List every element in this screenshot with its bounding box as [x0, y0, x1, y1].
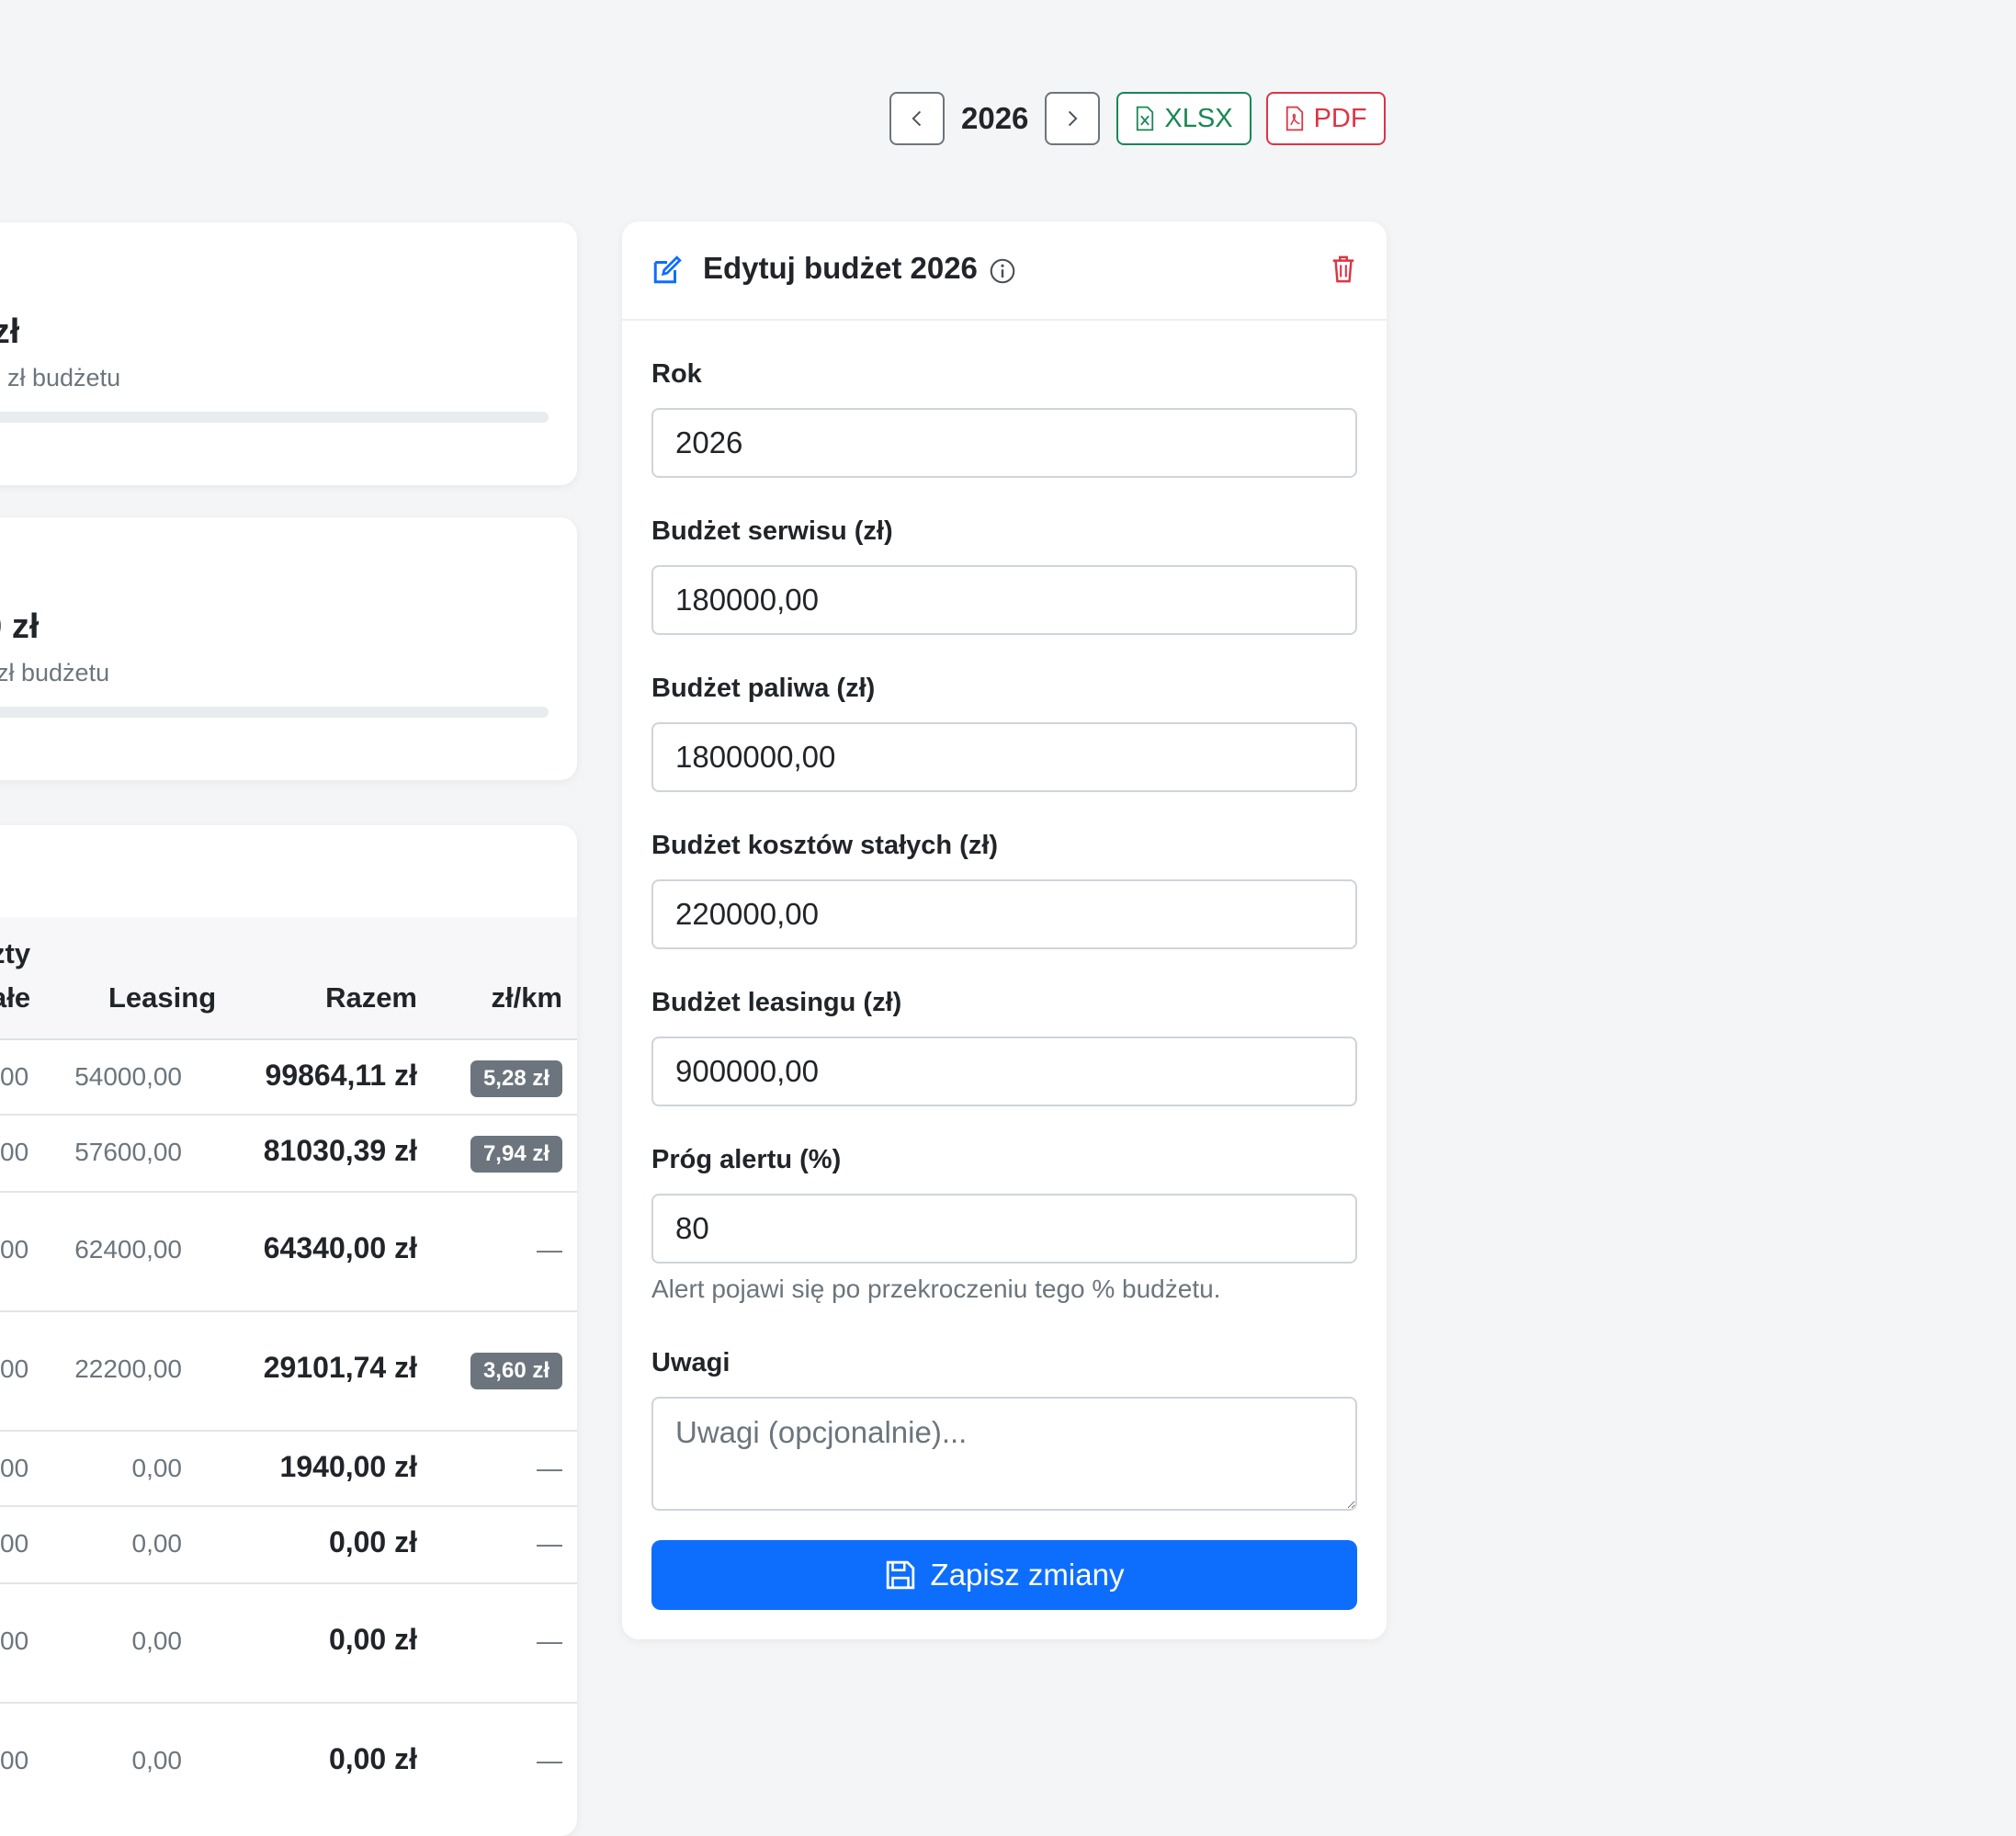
year-toolbar: 2026 XLSX PDF	[889, 90, 1386, 147]
stat-amount: 00 zł	[0, 607, 40, 646]
progress-bar	[0, 707, 549, 718]
uwagi-label: Uwagi	[651, 1348, 731, 1377]
cell-razem: 64340,00 zł	[263, 1231, 417, 1264]
cell-razem: 0,00 zł	[328, 1742, 417, 1775]
info-icon[interactable]	[990, 258, 1015, 289]
cell-leasing: 0,00	[131, 1746, 183, 1774]
serwis-label: Budżet serwisu (zł)	[651, 516, 893, 546]
table-row: 00 0,00 1940,00 zł —	[0, 1432, 577, 1507]
table-row: 00 0,00 0,00 zł —	[0, 1507, 577, 1584]
cell-fixed: 00	[0, 1062, 29, 1091]
export-xlsx-button[interactable]: XLSX	[1116, 92, 1252, 145]
current-year: 2026	[961, 101, 1029, 135]
file-excel-icon	[1137, 106, 1154, 131]
cell-razem: 1940,00 zł	[279, 1450, 417, 1483]
cell-leasing: 54000,00	[74, 1062, 182, 1091]
alert-threshold-input[interactable]	[651, 1194, 1357, 1264]
stat-card-fuel: 00 zł zł budżetu	[0, 517, 577, 780]
cell-leasing: 0,00	[131, 1529, 183, 1558]
cell-fixed: 00	[0, 1235, 29, 1264]
edit-icon	[651, 255, 683, 290]
prev-year-button[interactable]	[889, 92, 945, 145]
save-label: Zapisz zmiany	[930, 1558, 1125, 1592]
cell-leasing: 22200,00	[74, 1354, 182, 1383]
cell-zlkm: —	[537, 1235, 562, 1264]
cell-fixed: 00	[0, 1626, 29, 1655]
stat-subtitle: zł budżetu	[0, 659, 110, 686]
cost-per-km-badge: 7,94 zł	[470, 1136, 562, 1173]
cell-zlkm: —	[537, 1454, 562, 1482]
header-razem: Razem	[325, 981, 417, 1014]
table-header: zty ałe Leasing Razem zł/km	[0, 917, 577, 1040]
leasing-budget-input[interactable]	[651, 1037, 1357, 1106]
table-row: 00 0,00 0,00 zł —	[0, 1584, 577, 1704]
cost-per-km-badge: 5,28 zł	[470, 1060, 562, 1097]
cell-leasing: 57600,00	[74, 1138, 182, 1166]
rok-input[interactable]	[651, 408, 1357, 478]
edit-budget-header: Edytuj budżet 2026	[622, 221, 1387, 321]
export-pdf-button[interactable]: PDF	[1265, 92, 1386, 145]
edit-budget-card: Edytuj budżet 2026 Rok Budżet serwisu (z…	[622, 221, 1387, 1639]
cost-table-card: zty ałe Leasing Razem zł/km 00 54000,00 …	[0, 825, 577, 1836]
fixed-costs-budget-input[interactable]	[651, 879, 1357, 949]
table-row: 00 57600,00 81030,39 zł 7,94 zł	[0, 1116, 577, 1193]
stat-amount: 4 zł	[0, 312, 20, 351]
delete-budget-trash-icon[interactable]	[1330, 255, 1357, 289]
serwis-budget-input[interactable]	[651, 565, 1357, 635]
cell-zlkm: —	[537, 1746, 562, 1774]
fuel-budget-input[interactable]	[651, 722, 1357, 792]
cell-fixed: 00	[0, 1354, 29, 1383]
cell-leasing: 0,00	[131, 1454, 183, 1482]
cell-razem: 0,00 zł	[328, 1623, 417, 1656]
progress-bar	[0, 412, 549, 423]
cell-fixed: 00	[0, 1454, 29, 1482]
alert-label: Próg alertu (%)	[651, 1145, 842, 1174]
table-row: 00 62400,00 64340,00 zł —	[0, 1193, 577, 1312]
next-year-button[interactable]	[1045, 92, 1101, 145]
cell-zlkm: —	[537, 1529, 562, 1558]
alert-help-text: Alert pojawi się po przekroczeniu tego %…	[651, 1275, 1221, 1303]
chevron-right-icon	[1069, 110, 1078, 127]
edit-budget-title: Edytuj budżet 2026	[703, 251, 978, 285]
pdf-label: PDF	[1313, 103, 1367, 133]
file-pdf-icon	[1285, 106, 1303, 131]
cell-leasing: 62400,00	[74, 1235, 182, 1264]
stat-card-service: 4 zł zł budżetu	[0, 222, 577, 485]
header-fixed-line2: ałe	[0, 981, 31, 1014]
cell-leasing: 0,00	[131, 1626, 183, 1655]
table-row: 00 0,00 0,00 zł —	[0, 1704, 577, 1821]
header-zlkm: zł/km	[491, 981, 562, 1014]
table-row: 00 54000,00 99864,11 zł 5,28 zł	[0, 1040, 577, 1116]
cell-fixed: 00	[0, 1138, 29, 1166]
save-changes-button[interactable]: Zapisz zmiany	[651, 1540, 1357, 1610]
stat-subtitle: zł budżetu	[7, 364, 121, 391]
chevron-left-icon	[912, 110, 922, 127]
cell-fixed: 00	[0, 1529, 29, 1558]
cell-razem: 0,00 zł	[328, 1525, 417, 1558]
cell-razem: 29101,74 zł	[263, 1351, 417, 1384]
paliwo-label: Budżet paliwa (zł)	[651, 674, 876, 703]
table-row: 00 22200,00 29101,74 zł 3,60 zł	[0, 1312, 577, 1432]
cell-zlkm: —	[537, 1626, 562, 1655]
cell-fixed: 00	[0, 1746, 29, 1774]
header-leasing: Leasing	[108, 981, 217, 1014]
notes-textarea[interactable]	[651, 1397, 1357, 1511]
rok-label: Rok	[651, 359, 702, 389]
xlsx-label: XLSX	[1164, 103, 1233, 133]
leasing-label: Budżet leasingu (zł)	[651, 988, 902, 1017]
header-fixed-line1: zty	[0, 937, 31, 969]
cost-per-km-badge: 3,60 zł	[470, 1353, 562, 1389]
cell-razem: 99864,11 zł	[265, 1059, 417, 1092]
stale-label: Budżet kosztów stałych (zł)	[651, 831, 999, 860]
floppy-disk-icon	[886, 1560, 914, 1590]
cell-razem: 81030,39 zł	[263, 1134, 417, 1167]
